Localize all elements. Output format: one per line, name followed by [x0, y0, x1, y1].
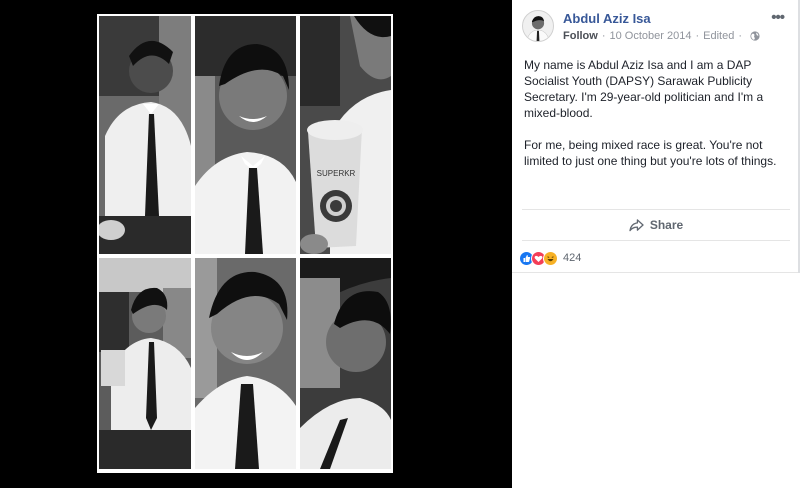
photo-collage[interactable]: SUPERKR: [97, 14, 393, 473]
post-panel: Abdul Aziz Isa Follow · 10 October 2014 …: [512, 0, 800, 488]
share-icon: [629, 218, 644, 231]
author-avatar[interactable]: [522, 10, 554, 42]
reactions-summary[interactable]: 424: [519, 250, 581, 266]
photo-tile-1: [99, 16, 191, 254]
follow-button[interactable]: Follow: [563, 30, 598, 42]
globe-icon[interactable]: [750, 31, 760, 41]
divider: [522, 240, 790, 241]
reaction-count: 424: [563, 252, 582, 264]
edited-label[interactable]: Edited: [703, 30, 734, 42]
more-options-icon[interactable]: •••: [771, 9, 785, 26]
post-meta: Follow · 10 October 2014 · Edited ·: [563, 30, 760, 42]
post-paragraph-1: My name is Abdul Aziz Isa and I am a DAP…: [524, 58, 764, 120]
meta-separator: ·: [738, 30, 742, 42]
share-button[interactable]: Share: [522, 210, 790, 240]
photo-tile-2: [195, 16, 296, 254]
haha-icon: [543, 250, 558, 266]
photo-tile-3: SUPERKR: [300, 16, 391, 254]
meta-separator: ·: [601, 30, 606, 42]
share-label: Share: [649, 218, 684, 232]
post-date-link[interactable]: 10 October 2014: [610, 30, 692, 42]
post-header: Abdul Aziz Isa Follow · 10 October 2014 …: [512, 0, 800, 52]
author-name-link[interactable]: Abdul Aziz Isa: [563, 11, 651, 26]
meta-separator: ·: [695, 30, 700, 42]
photo-tile-4: [99, 258, 191, 469]
cup-text: SUPERKR: [317, 169, 356, 178]
post-text: My name is Abdul Aziz Isa and I am a DAP…: [524, 57, 792, 185]
photo-tile-5: [195, 258, 296, 469]
comments-area: [512, 273, 800, 488]
photo-viewer: SUPERKR: [0, 0, 490, 488]
photo-tile-6: [300, 258, 391, 469]
post-paragraph-2: For me, being mixed race is great. You'r…: [524, 138, 777, 168]
